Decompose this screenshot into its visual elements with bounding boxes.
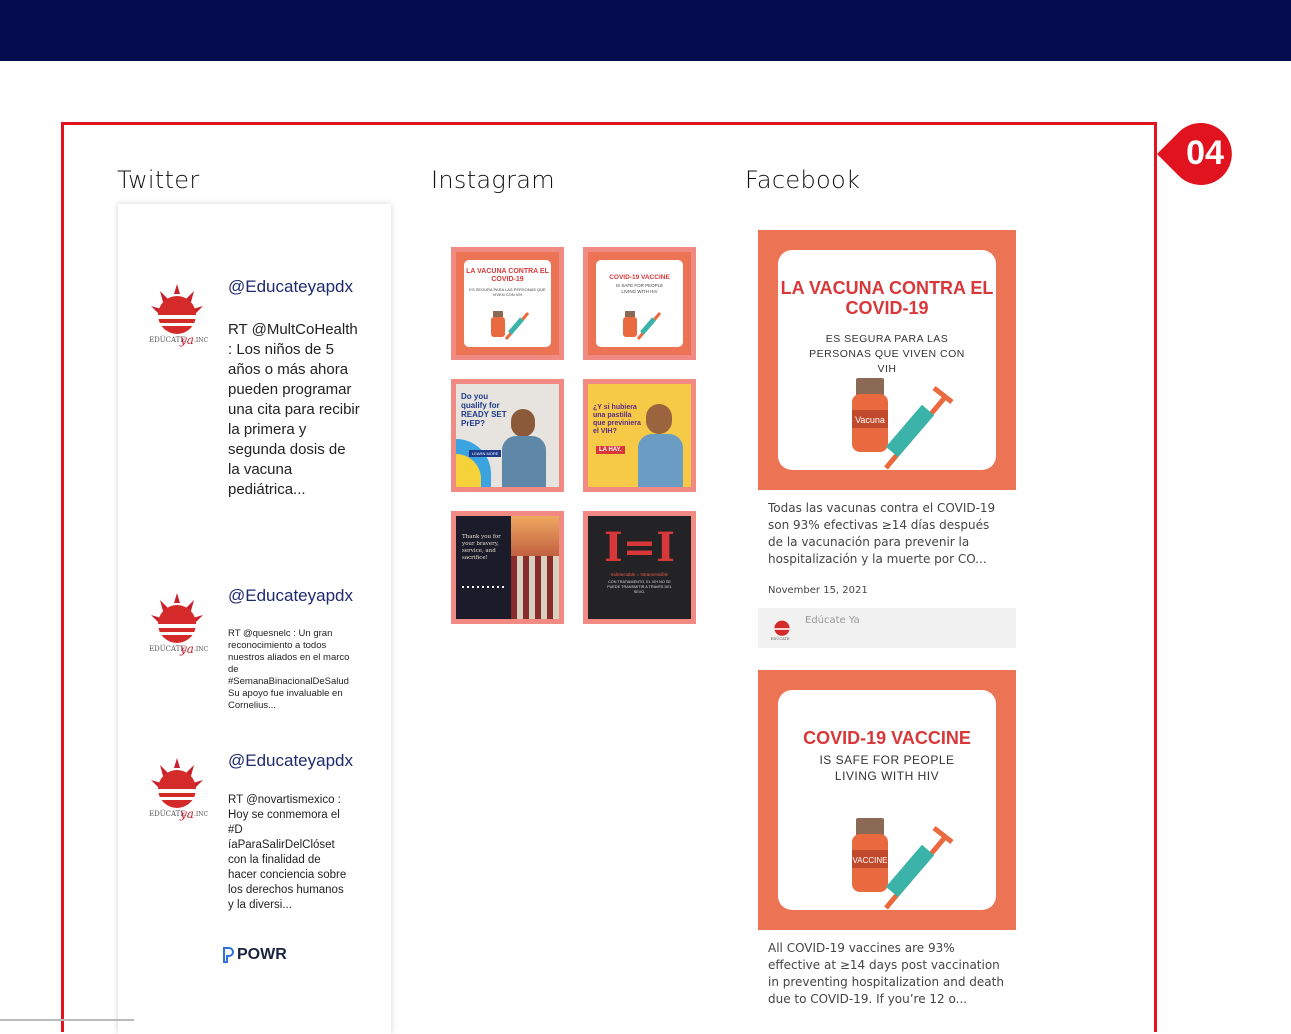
instagram-title: Instagram bbox=[431, 166, 555, 194]
instagram-post[interactable]: COVID-19 VACCINE IS SAFE FOR PEOPLE LIVI… bbox=[583, 247, 696, 360]
svg-text:VACCINE: VACCINE bbox=[853, 856, 888, 865]
section-number-badge: 04 bbox=[1157, 123, 1235, 185]
post-title: Thank you for your bravery, service, and… bbox=[462, 534, 501, 561]
tweet-text: RT @novartismexico : Hoy se conmemora el… bbox=[228, 794, 347, 911]
facebook-post-text[interactable]: Todas las vacunas contra el COVID-19 son… bbox=[768, 500, 1008, 568]
facebook-post-date: November 15, 2021 bbox=[768, 585, 868, 596]
svg-text:ya: ya bbox=[179, 642, 194, 656]
post-title: ¿Y si hubiera una pastilla que previnier… bbox=[593, 404, 641, 435]
facebook-post-text[interactable]: All COVID-19 vaccines are 93% effective … bbox=[768, 940, 1008, 1008]
powr-label: POWR bbox=[237, 946, 287, 963]
post-title: I=I bbox=[604, 524, 675, 571]
facebook-post-image[interactable]: LA VACUNA CONTRA EL COVID-19 ES SEGURA P… bbox=[758, 230, 1016, 490]
tweet-text: RT @quesnelc : Un gran reconocimiento a … bbox=[228, 628, 350, 711]
instagram-post[interactable]: Thank you for your bravery, service, and… bbox=[451, 511, 564, 624]
post-subtitle: IS SAFE FOR PEOPLE LIVING WITH HIV bbox=[615, 283, 664, 294]
post-subtitle: ES SEGURA PARA LAS PERSONAS QUE VIVEN CO… bbox=[469, 287, 546, 297]
avatar: EDÚCATE ya .INC bbox=[146, 282, 209, 352]
twitter-title: Twitter bbox=[117, 166, 200, 194]
vaccine-icon bbox=[491, 311, 530, 340]
instagram-post[interactable]: ¿Y si hubiera una pastilla que previnier… bbox=[583, 379, 696, 492]
vaccine-icon: Vacuna bbox=[852, 378, 954, 470]
svg-text:Vacuna: Vacuna bbox=[855, 415, 885, 425]
post-subtitle: ES SEGURA PARA LAS PERSONAS QUE VIVEN CO… bbox=[809, 333, 965, 375]
post-title: COVID-19 VACCINE bbox=[609, 274, 670, 281]
instagram-post[interactable]: Do you qualify for READY SET PrEP? LEARN… bbox=[451, 379, 564, 492]
instagram-post[interactable]: I=I Indetectable = Intransmisible CON TR… bbox=[583, 511, 696, 624]
facebook-post-image[interactable]: COVID-19 VACCINE IS SAFE FOR PEOPLE LIVI… bbox=[758, 670, 1016, 930]
facebook-title: Facebook bbox=[745, 166, 861, 194]
post-subtitle: IS SAFE FOR PEOPLE LIVING WITH HIV bbox=[819, 753, 955, 783]
tweet-handle[interactable]: @Educateyapdx bbox=[228, 586, 353, 606]
post-title: COVID-19 VACCINE bbox=[803, 728, 971, 748]
svg-text:ya: ya bbox=[179, 333, 194, 347]
vaccine-icon bbox=[623, 311, 662, 340]
svg-text:.INC: .INC bbox=[194, 811, 208, 818]
svg-text:.INC: .INC bbox=[194, 337, 208, 344]
author-name: Edúcate Ya bbox=[805, 615, 860, 626]
post-body: CON TRATAMIENTO, EL VIH NO SE PUEDE TRAN… bbox=[607, 580, 672, 594]
post-title: Do you qualify for READY SET PrEP? bbox=[461, 392, 507, 428]
svg-text:EDÚCATE: EDÚCATE bbox=[771, 636, 790, 641]
post-cta: LEARN MORE bbox=[469, 450, 502, 457]
avatar: EDÚCATE bbox=[771, 620, 790, 641]
powr-logo[interactable]: POWR bbox=[222, 946, 287, 964]
powr-icon bbox=[223, 947, 234, 963]
svg-text:ya: ya bbox=[179, 807, 194, 821]
top-header-bar bbox=[0, 0, 1291, 61]
post-title: LA VACUNA CONTRA EL COVID-19 bbox=[466, 268, 549, 283]
avatar: EDÚCATE ya .INC bbox=[146, 591, 209, 661]
post-subtitle: Indetectable = Intransmisible bbox=[610, 572, 669, 577]
tweet-handle[interactable]: @Educateyapdx bbox=[228, 277, 353, 297]
post-title: LA VACUNA CONTRA EL COVID-19 bbox=[780, 278, 994, 318]
tweet-text: RT @MultCoHealth : Los niños de 5 años o… bbox=[228, 321, 360, 498]
avatar: EDÚCATE ya .INC bbox=[146, 756, 209, 826]
twitter-feed-widget[interactable]: EDÚCATE ya .INC @Educateyapdx RT @MultCo… bbox=[118, 204, 391, 1034]
svg-text:.INC: .INC bbox=[194, 646, 208, 653]
vaccine-icon: VACCINE bbox=[852, 818, 954, 910]
post-cta: LA HAY. bbox=[596, 446, 625, 454]
instagram-post[interactable]: LA VACUNA CONTRA EL COVID-19 ES SEGURA P… bbox=[451, 247, 564, 360]
tweet-handle[interactable]: @Educateyapdx bbox=[228, 751, 353, 771]
facebook-post-author[interactable]: EDÚCATE Edúcate Ya bbox=[758, 608, 1016, 648]
